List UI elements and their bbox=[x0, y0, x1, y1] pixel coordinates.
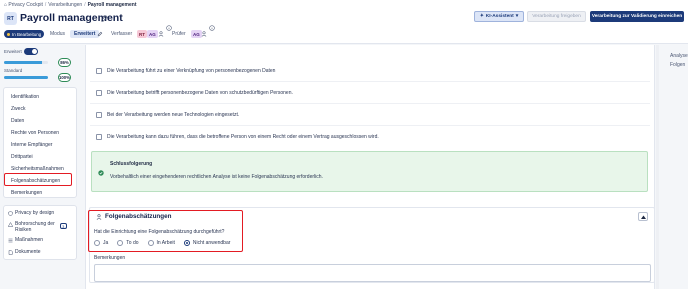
secondary-nav: Privacy by design Bohrorschung der Risike… bbox=[3, 205, 77, 260]
author-label: Verfasser bbox=[111, 31, 133, 37]
info-icon[interactable] bbox=[209, 25, 215, 31]
criterion-checkbox[interactable] bbox=[96, 90, 102, 96]
ki-assistant-button[interactable]: ✦ KI-Assistent ▾ bbox=[474, 11, 524, 22]
right-panel-link[interactable]: Folgen bbox=[670, 62, 685, 68]
progress-label-standard: Standard bbox=[4, 68, 23, 73]
criterion-checkbox[interactable] bbox=[96, 68, 102, 74]
modus-value[interactable]: Erweitert bbox=[70, 30, 100, 38]
scrollbar[interactable] bbox=[656, 45, 659, 289]
criterion-checkbox[interactable] bbox=[96, 134, 102, 140]
document-icon bbox=[8, 249, 13, 255]
nav-interne-empfaenger[interactable]: Interne Empfänger bbox=[11, 142, 52, 148]
home-icon: ⌂ bbox=[4, 2, 8, 8]
conclusion-text: Vorbehaltlich einer eingehenderen rechtl… bbox=[110, 174, 323, 180]
nav-rechte[interactable]: Rechte von Personen bbox=[11, 130, 59, 136]
breadcrumb-current: Payroll management bbox=[87, 2, 137, 8]
mode-toggle[interactable] bbox=[24, 48, 38, 55]
chevron-up-icon bbox=[640, 215, 646, 219]
modus-label: Modus bbox=[50, 31, 66, 37]
status-badge: In Bearbeitung bbox=[4, 30, 45, 38]
divider bbox=[90, 125, 650, 126]
progress-value-advanced: 86% bbox=[58, 58, 71, 67]
conclusion-box: Schlussfolgerung Vorbehaltlich einer ein… bbox=[91, 151, 648, 192]
processing-badge: RT bbox=[4, 12, 17, 25]
breadcrumb-item[interactable]: Privacy Cockpit bbox=[8, 2, 42, 8]
nav-sicherheit[interactable]: Sicherheitsmaßnahmen bbox=[11, 166, 64, 172]
nav-massnahmen[interactable]: Maßnahmen bbox=[8, 237, 43, 243]
highlight-dpia bbox=[88, 210, 243, 252]
criterion-row[interactable]: Die Verarbeitung kann dazu führen, dass … bbox=[96, 134, 379, 140]
chevron-down-icon: ▾ bbox=[515, 14, 519, 19]
author-avatar[interactable]: RT bbox=[137, 30, 147, 38]
nav-drittpartei[interactable]: Drittpartei bbox=[11, 154, 33, 160]
divider bbox=[90, 103, 650, 104]
reviewer-label: Prüfer bbox=[172, 31, 186, 37]
shield-icon bbox=[8, 210, 13, 216]
nav-daten[interactable]: Daten bbox=[11, 118, 24, 124]
warning-icon bbox=[8, 221, 13, 227]
mode-label: Erweitert bbox=[4, 49, 22, 54]
submit-validation-button[interactable]: Verarbeitung zur Validierung einreichen bbox=[590, 11, 684, 22]
remarks-label: Bemerkungen bbox=[94, 255, 126, 261]
main-content: Die Verarbeitung führt zu einer Verknüpf… bbox=[85, 45, 655, 289]
list-icon bbox=[8, 238, 13, 242]
criterion-row[interactable]: Die Verarbeitung führt zu einer Verknüpf… bbox=[96, 68, 275, 74]
status-dot-icon bbox=[7, 32, 10, 36]
remarks-textarea[interactable] bbox=[94, 264, 651, 282]
sparkle-icon: ✦ bbox=[479, 14, 484, 19]
collapse-button[interactable] bbox=[638, 212, 648, 221]
criterion-row[interactable]: Bei der Verarbeitung werden neue Technol… bbox=[96, 112, 239, 118]
right-panel-link[interactable]: Analyse bbox=[670, 53, 688, 59]
progress-value-standard: 100% bbox=[58, 73, 71, 82]
highlight-nav-folgenabschaetzungen bbox=[4, 173, 72, 186]
add-person-icon[interactable] bbox=[158, 31, 164, 37]
nav-privacy-by-design[interactable]: Privacy by design bbox=[8, 210, 54, 216]
top-bar: ⌂ Privacy Cockpit / Verarbeitungen / Payroll… bbox=[0, 0, 688, 44]
check-circle-icon bbox=[98, 170, 104, 176]
nav-zweck[interactable]: Zweck bbox=[11, 106, 25, 112]
pen-icon bbox=[97, 31, 103, 37]
conclusion-title: Schlussfolgerung bbox=[110, 161, 153, 167]
add-person-icon[interactable] bbox=[201, 31, 207, 37]
breadcrumb-item[interactable]: Verarbeitungen bbox=[48, 2, 82, 8]
criterion-checkbox[interactable] bbox=[96, 112, 102, 118]
progress-bar-advanced bbox=[4, 61, 48, 64]
edit-icon[interactable] bbox=[101, 15, 108, 22]
criterion-row[interactable]: Die Verarbeitung betrifft personenbezoge… bbox=[96, 90, 293, 96]
release-button[interactable]: Verarbeitung freigeben bbox=[527, 11, 586, 22]
sidebar: Erweitert 86% Standard 100% Identifikati… bbox=[0, 45, 82, 289]
nav-bemerkungen[interactable]: Bemerkungen bbox=[11, 190, 42, 196]
divider bbox=[90, 81, 650, 82]
author-avatar[interactable]: AG bbox=[147, 30, 158, 38]
nav-dokumente[interactable]: Dokumente bbox=[8, 249, 41, 255]
breadcrumb: ⌂ Privacy Cockpit / Verarbeitungen / Payroll… bbox=[4, 2, 137, 8]
nav-risiken[interactable]: Bohrorschung der Risiken 3 bbox=[8, 221, 67, 233]
nav-identifikation[interactable]: Identifikation bbox=[11, 94, 39, 100]
risk-count-badge: 3 bbox=[59, 223, 67, 229]
progress-bar-standard bbox=[4, 76, 48, 79]
